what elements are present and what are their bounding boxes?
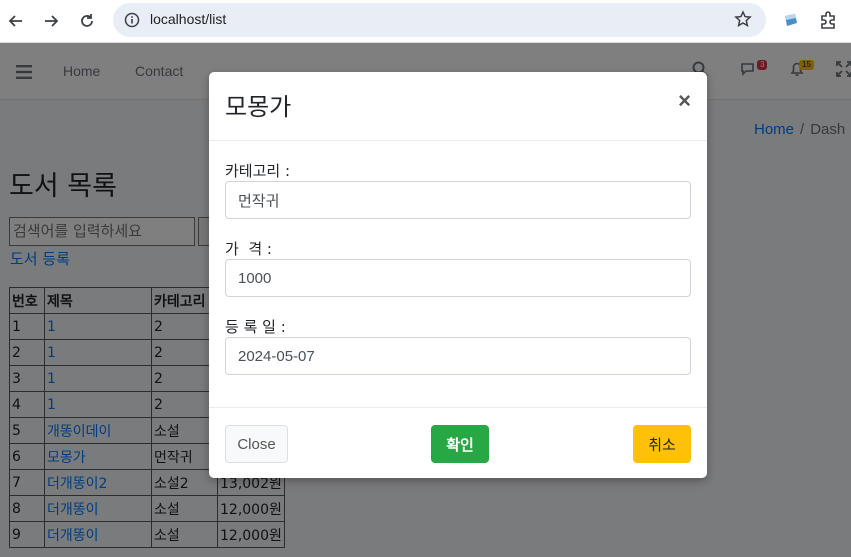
- modal-footer: Close 확인 취소: [209, 407, 707, 478]
- close-button[interactable]: Close: [225, 425, 288, 463]
- browser-toolbar: localhost/list: [0, 0, 851, 43]
- url-text: localhost/list: [150, 11, 227, 27]
- reload-icon: [81, 14, 93, 27]
- book-detail-modal: 모몽가 × 카테고리 : 먼작귀 가 격 : 1000 등 록 일 : 2024…: [209, 72, 707, 478]
- cancel-button[interactable]: 취소: [633, 425, 691, 463]
- reload-button[interactable]: [74, 8, 100, 34]
- info-icon[interactable]: [124, 12, 140, 28]
- modal-close-icon[interactable]: ×: [678, 88, 691, 114]
- category-input[interactable]: 먼작귀: [225, 181, 691, 219]
- extension-logo-icon: [785, 14, 797, 26]
- forward-button[interactable]: [38, 8, 64, 34]
- price-input[interactable]: 1000: [225, 259, 691, 297]
- arrow-left-icon: [8, 15, 22, 27]
- bookmark-star-icon[interactable]: [734, 10, 752, 28]
- modal-header: 모몽가 ×: [209, 72, 707, 141]
- back-button[interactable]: [3, 8, 29, 34]
- modal-title: 모몽가: [225, 93, 292, 121]
- price-label: 가 격 :: [225, 240, 272, 258]
- date-label: 등 록 일 :: [225, 318, 286, 336]
- extension-button[interactable]: [782, 11, 800, 33]
- category-label: 카테고리 :: [225, 162, 291, 180]
- confirm-button[interactable]: 확인: [431, 425, 489, 463]
- date-input[interactable]: 2024-05-07: [225, 337, 691, 375]
- arrow-right-icon: [45, 15, 59, 27]
- address-bar[interactable]: localhost/list: [113, 3, 766, 37]
- extensions-button[interactable]: [818, 10, 838, 34]
- puzzle-icon: [821, 11, 835, 29]
